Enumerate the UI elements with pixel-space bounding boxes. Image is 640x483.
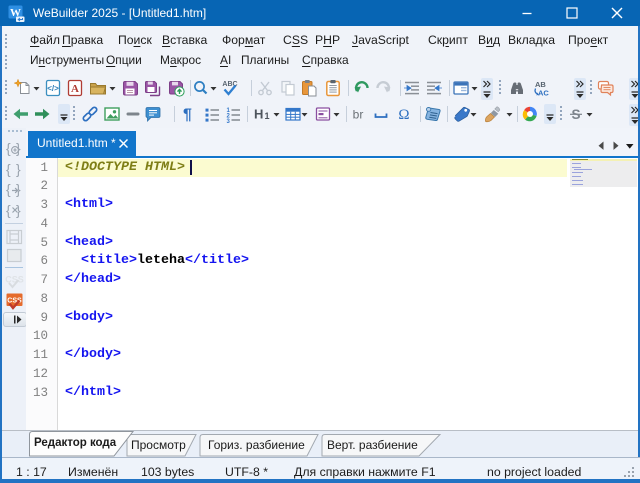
svg-text:H: H [254, 107, 263, 122]
svg-text:{: { [6, 140, 11, 156]
svg-text:A: A [71, 83, 79, 95]
svg-text:3: 3 [227, 119, 231, 123]
svg-text:}: } [16, 161, 21, 177]
svg-text:AC: AC [538, 89, 549, 98]
svg-text:Ω: Ω [398, 107, 409, 123]
svg-text:}: } [16, 202, 21, 218]
svg-text:1: 1 [265, 111, 270, 121]
svg-text:¶: ¶ [183, 107, 192, 124]
svg-text:{: { [6, 161, 11, 177]
svg-text:br: br [353, 108, 364, 122]
svg-text:</>: </> [47, 84, 59, 93]
svg-text:{: { [6, 202, 11, 218]
svg-text:}: } [16, 140, 21, 156]
svg-text:{: { [6, 181, 11, 197]
svg-text:CSS: CSS [5, 275, 24, 285]
